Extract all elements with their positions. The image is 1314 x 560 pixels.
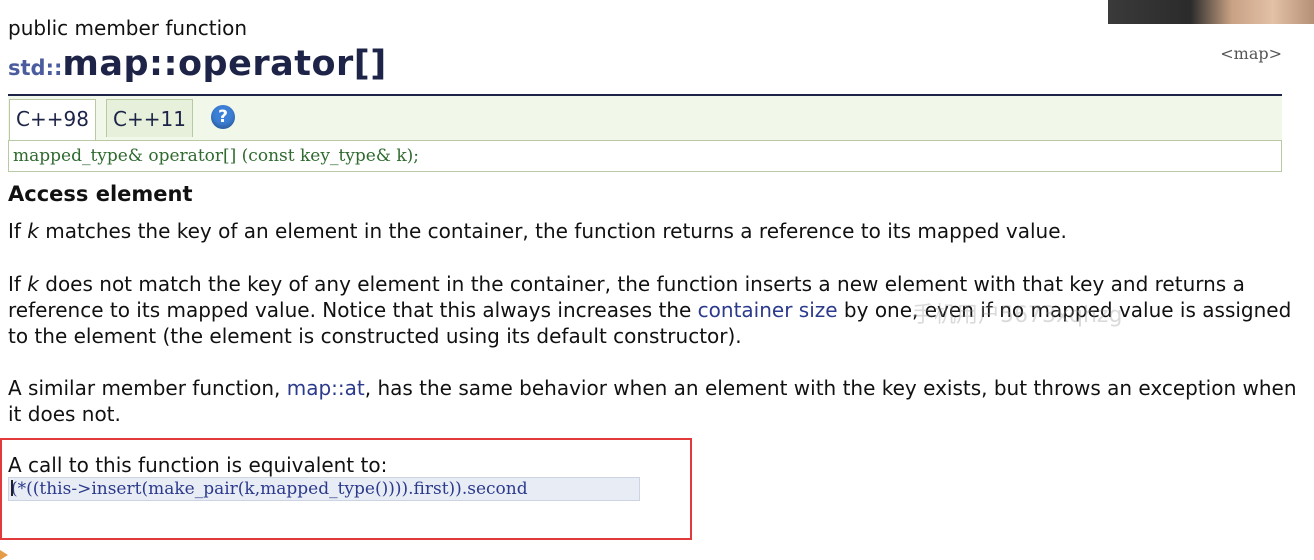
paragraph-map-at: A similar member function, map::at, has … — [8, 375, 1298, 427]
map-at-link[interactable]: map::at — [287, 376, 365, 400]
equivalent-code: (*((this->insert(make_pair(k,mapped_type… — [8, 477, 640, 501]
watermark: 手机用户5673xqhzg — [912, 303, 1123, 328]
tab-cpp11[interactable]: C++11 — [106, 99, 193, 137]
tab-cpp98[interactable]: C++98 — [9, 99, 96, 141]
header-link[interactable]: <map> — [1220, 44, 1282, 63]
param-k: k — [27, 272, 39, 296]
arrow-marker-icon — [0, 550, 8, 560]
title-namespace: std:: — [8, 56, 63, 80]
text-cursor-icon — [11, 480, 13, 496]
paragraph-text: If — [8, 219, 28, 243]
paragraph-text: matches the key of an element in the con… — [38, 219, 1067, 243]
webcam-overlay — [1108, 0, 1314, 24]
section-title: Access element — [8, 182, 193, 206]
container-size-link[interactable]: container size — [698, 298, 838, 322]
equivalent-label: A call to this function is equivalent to… — [8, 453, 388, 477]
title-function-name: map::operator[] — [62, 44, 387, 84]
paragraph-text: If — [8, 272, 28, 296]
function-declaration: mapped_type& operator[] (const key_type&… — [8, 140, 1282, 172]
help-icon[interactable]: ? — [211, 105, 235, 129]
member-kind: public member function — [8, 16, 248, 40]
param-k: k — [27, 219, 39, 243]
paragraph-key-match: If k matches the key of an element in th… — [8, 218, 1298, 244]
page-title: std::map::operator[] — [8, 44, 387, 84]
version-tab-bar — [8, 96, 1282, 140]
paragraph-text: A similar member function, — [8, 376, 287, 400]
